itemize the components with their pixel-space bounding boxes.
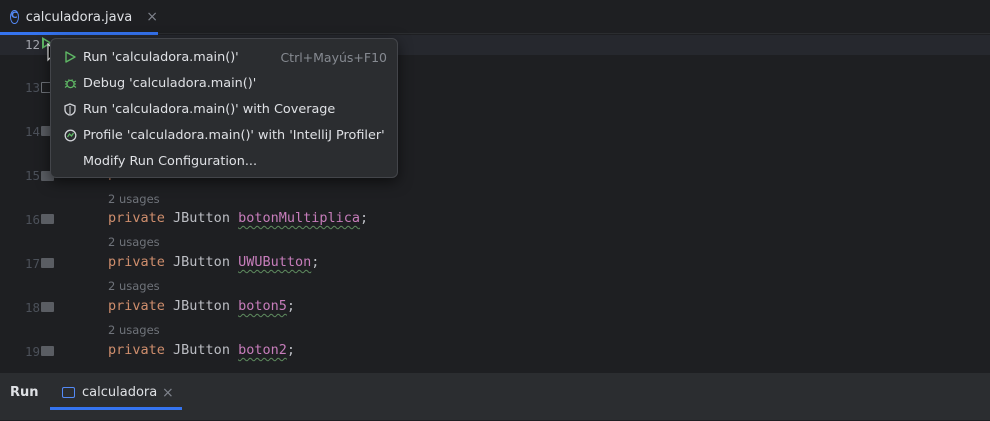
menu-debug[interactable]: Debug 'calculadora.main()' <box>51 70 397 96</box>
usages-hint[interactable]: 2 usages <box>108 235 160 249</box>
console-icon <box>62 387 75 398</box>
debug-bug-icon <box>63 76 77 90</box>
code-line: private JButton boton2; <box>108 342 296 358</box>
usages-hint[interactable]: 2 usages <box>108 323 160 337</box>
active-run-tab-indicator <box>50 407 182 410</box>
line-number: 13 <box>24 80 40 95</box>
run-tab-label: calculadora <box>82 385 158 400</box>
menu-run-shortcut: Ctrl+Mayús+F10 <box>280 49 387 65</box>
component-icon[interactable] <box>41 214 54 224</box>
file-tab-calculadora[interactable]: C calculadora.java × <box>0 0 158 35</box>
run-context-popup: Run 'calculadora.main()' Ctrl+Mayús+F10 … <box>50 38 398 178</box>
menu-coverage-label: Run 'calculadora.main()' with Coverage <box>83 101 336 117</box>
run-tool-window-bar: Run calculadora × <box>0 372 990 420</box>
run-icon <box>63 50 77 64</box>
menu-run[interactable]: Run 'calculadora.main()' Ctrl+Mayús+F10 <box>51 44 397 70</box>
line-number: 19 <box>24 344 40 359</box>
code-line: private JButton boton5; <box>108 298 296 314</box>
line-number: 17 <box>24 256 40 271</box>
line-number: 15 <box>24 168 40 183</box>
menu-debug-label: Debug 'calculadora.main()' <box>83 75 257 91</box>
line-number: 12 <box>24 37 40 52</box>
line-number: 18 <box>24 300 40 315</box>
menu-modify-run-config[interactable]: Modify Run Configuration... <box>51 148 397 174</box>
component-icon[interactable] <box>41 302 54 312</box>
file-tab-label: calculadora.java <box>25 9 133 25</box>
menu-profile[interactable]: Profile 'calculadora.main()' with 'Intel… <box>51 122 397 148</box>
menu-profile-label: Profile 'calculadora.main()' with 'Intel… <box>83 127 385 143</box>
run-tool-window-title[interactable]: Run <box>10 385 39 400</box>
close-tab-icon[interactable]: × <box>146 9 158 25</box>
line-number: 14 <box>24 124 40 139</box>
menu-run-label: Run 'calculadora.main()' <box>83 49 239 65</box>
coverage-shield-icon <box>63 102 77 116</box>
java-class-icon: C <box>10 10 19 24</box>
run-tab-calculadora[interactable]: calculadora × <box>50 373 182 421</box>
menu-modify-label: Modify Run Configuration... <box>83 153 258 169</box>
profiler-icon <box>63 128 77 142</box>
code-line: private JButton botonMultiplica; <box>108 210 369 226</box>
line-number: 16 <box>24 212 40 227</box>
code-line: private JButton UWUButton; <box>108 254 320 270</box>
usages-hint[interactable]: 2 usages <box>108 192 160 206</box>
component-icon[interactable] <box>41 346 54 356</box>
usages-hint[interactable]: 2 usages <box>108 279 160 293</box>
component-icon[interactable] <box>41 258 54 268</box>
close-run-tab-icon[interactable]: × <box>162 385 174 401</box>
menu-coverage[interactable]: Run 'calculadora.main()' with Coverage <box>51 96 397 122</box>
editor-tab-bar: C calculadora.java × <box>0 0 990 35</box>
